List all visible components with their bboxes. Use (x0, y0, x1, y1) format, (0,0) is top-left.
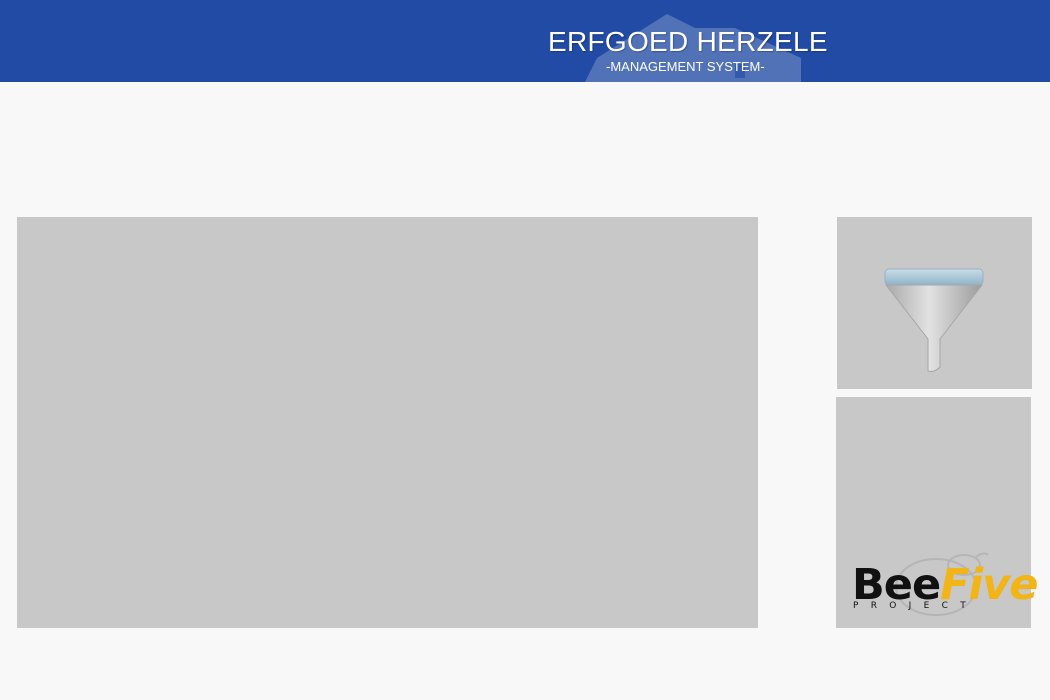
filter-panel[interactable] (837, 217, 1032, 389)
main-content-panel (17, 217, 758, 628)
app-header: ERFGOED HERZELE -MANAGEMENT SYSTEM- (0, 0, 1050, 82)
logo-tagline: PROJECT (853, 601, 978, 611)
app-title: ERFGOED HERZELE (548, 26, 828, 57)
logo-panel: BeeFive PROJECT (836, 397, 1038, 628)
app-subtitle: -MANAGEMENT SYSTEM- (606, 59, 765, 74)
filter-icon[interactable] (884, 267, 984, 375)
